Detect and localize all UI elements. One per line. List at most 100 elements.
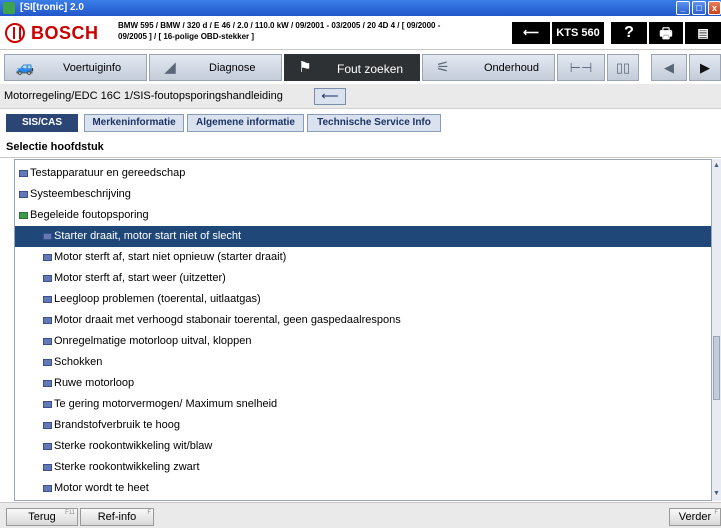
app-icon [3, 2, 15, 14]
list-item[interactable]: Begeleide foutopsporing [15, 205, 711, 226]
kts-button[interactable]: KTS 560 [552, 22, 604, 44]
document-icon [19, 170, 28, 177]
list-item-label: Motor sterft af, start weer (uitzetter) [54, 272, 226, 284]
ref-info-button[interactable]: Ref-info F [80, 508, 154, 526]
list-item[interactable]: Motor draait met verhoogd stabonair toer… [15, 310, 711, 331]
list-item-label: Motor draait met verhoogd stabonair toer… [54, 314, 401, 326]
document-icon [43, 338, 52, 345]
document-icon [43, 275, 52, 282]
print-button[interactable]: 🖶 [649, 22, 683, 44]
book-button[interactable]: ▯▯ [607, 54, 639, 81]
section-divider [0, 157, 721, 158]
window-title: [SI[tronic] 2.0 [20, 2, 84, 13]
list-scrollbar[interactable]: ▲ ▼ [712, 159, 721, 501]
document-icon [43, 485, 52, 492]
list-item-label: Brandstofverbruik te hoog [54, 419, 180, 431]
prev-button[interactable]: ◀ [651, 54, 687, 81]
tab-onderhoud[interactable]: ⚟ Onderhoud [422, 54, 555, 81]
tab-fout-zoeken[interactable]: ⚑ Fout zoeken [284, 54, 420, 81]
list-item[interactable]: Systeembeschrijving [15, 184, 711, 205]
tab-label: Voertuiginfo [63, 62, 122, 74]
document-icon [43, 233, 52, 240]
vehicle-info: BMW 595 / BMW / 320 d / E 46 / 2.0 / 110… [118, 20, 508, 42]
list-item-label: Testapparatuur en gereedschap [30, 167, 186, 179]
breadcrumb: Motorregeling/EDC 16C 1/SIS-foutopsporin… [0, 84, 721, 109]
list-item-label: Ruwe motorloop [54, 377, 135, 389]
back-arrow-icon: ⟵ [523, 27, 539, 39]
close-icon[interactable]: x [708, 1, 721, 15]
document-icon [43, 317, 52, 324]
document-icon [43, 380, 52, 387]
list-item[interactable]: Motor sterft af, start weer (uitzetter) [15, 268, 711, 289]
list-item-label: Onregelmatige motorloop uitval, kloppen [54, 335, 252, 347]
sub-tabs: SIS/CAS Merkeninformatie Algemene inform… [0, 110, 721, 135]
list-item[interactable]: Testapparatuur en gereedschap [15, 163, 711, 184]
document-icon [43, 401, 52, 408]
header-back-button[interactable]: ⟵ [512, 22, 550, 44]
maximize-icon[interactable]: □ [692, 1, 706, 15]
document-icon [43, 443, 52, 450]
document-icon [43, 359, 52, 366]
list-item-label: Schokken [54, 356, 103, 368]
list-item[interactable]: Sterke rookontwikkeling wit/blaw [15, 436, 711, 457]
back-key-hint: F11 [65, 510, 75, 516]
next-icon: ▶ [700, 60, 710, 75]
list-item-label: Te gering motorvermogen/ Maximum snelhei… [54, 398, 278, 410]
list-item[interactable]: Te gering motorvermogen/ Maximum snelhei… [15, 394, 711, 415]
menu-button[interactable]: ▤ [685, 22, 721, 44]
menu-icon: ▤ [697, 26, 709, 40]
vehicle-info-line1: BMW 595 / BMW / 320 d / E 46 / 2.0 / 110… [118, 21, 441, 30]
scroll-thumb[interactable] [713, 336, 720, 400]
car-icon: 🚙 [15, 59, 35, 76]
next-page-button[interactable]: Verder F [669, 508, 721, 526]
document-icon [43, 464, 52, 471]
next-button[interactable]: ▶ [689, 54, 721, 81]
list-item[interactable]: Motor sterft af, start niet opnieuw (sta… [15, 247, 711, 268]
window-title-bar: [SI[tronic] 2.0 _ □ x [0, 0, 721, 16]
document-icon [43, 422, 52, 429]
prev-icon: ◀ [664, 60, 674, 75]
next-page-label: Verder [678, 511, 712, 523]
scroll-up-icon[interactable]: ▲ [712, 161, 721, 170]
app-header: BOSCH BMW 595 / BMW / 320 d / E 46 / 2.0… [0, 16, 721, 50]
folder-open-icon [19, 212, 28, 219]
tab-technische-service-info[interactable]: Technische Service Info [307, 114, 441, 132]
tab-algemene-informatie[interactable]: Algemene informatie [187, 114, 304, 132]
breadcrumb-back-button[interactable]: ⟵ [314, 88, 346, 105]
list-item-label: Starter draait, motor start niet of slec… [54, 230, 242, 242]
list-item[interactable]: Starter draait, motor start niet of slec… [15, 226, 711, 247]
list-item[interactable]: Motor wordt te heet [15, 478, 711, 499]
back-button-label: Terug [28, 511, 56, 523]
measure-icon: ⊢⊣ [569, 60, 593, 75]
back-arrow-icon: ⟵ [321, 89, 339, 103]
minimize-icon[interactable]: _ [676, 1, 690, 15]
back-button[interactable]: Terug F11 [6, 508, 78, 526]
list-item-label: Motor sterft af, start niet opnieuw (sta… [54, 251, 287, 263]
tab-sis-cas[interactable]: SIS/CAS [6, 114, 78, 132]
help-button[interactable]: ? [611, 22, 647, 44]
list-item[interactable]: Sterke rookontwikkeling zwart [15, 457, 711, 478]
document-icon [43, 296, 52, 303]
next-key-hint: F [714, 510, 718, 516]
list-item[interactable]: Leegloop problemen (toerental, uitlaatga… [15, 289, 711, 310]
tab-diagnose[interactable]: ◢ Diagnose [149, 54, 282, 81]
chapter-list: Testapparatuur en gereedschap Systeembesc… [14, 159, 712, 501]
tab-voertuiginfo[interactable]: 🚙 Voertuiginfo [4, 54, 147, 81]
list-item-label: Systeembeschrijving [30, 188, 131, 200]
ref-info-label: Ref-info [97, 511, 137, 523]
scroll-down-icon[interactable]: ▼ [712, 489, 721, 498]
troubleshoot-icon: ⚑ [298, 59, 312, 76]
list-item[interactable]: Brandstofverbruik te hoog [15, 415, 711, 436]
tab-label: Fout zoeken [337, 62, 404, 76]
list-item[interactable]: Ruwe motorloop [15, 373, 711, 394]
measure-button[interactable]: ⊢⊣ [557, 54, 605, 81]
list-item[interactable]: Schokken [15, 352, 711, 373]
list-item[interactable]: Onregelmatige motorloop uitval, kloppen [15, 331, 711, 352]
bosch-logo-icon [5, 23, 25, 43]
ref-info-key-hint: F [147, 510, 151, 516]
tab-label: Diagnose [209, 62, 256, 74]
printer-icon: 🖶 [659, 25, 673, 41]
list-item-label: Motor wordt te heet [54, 482, 149, 494]
document-icon [19, 191, 28, 198]
tab-merkeninformatie[interactable]: Merkeninformatie [84, 114, 184, 132]
